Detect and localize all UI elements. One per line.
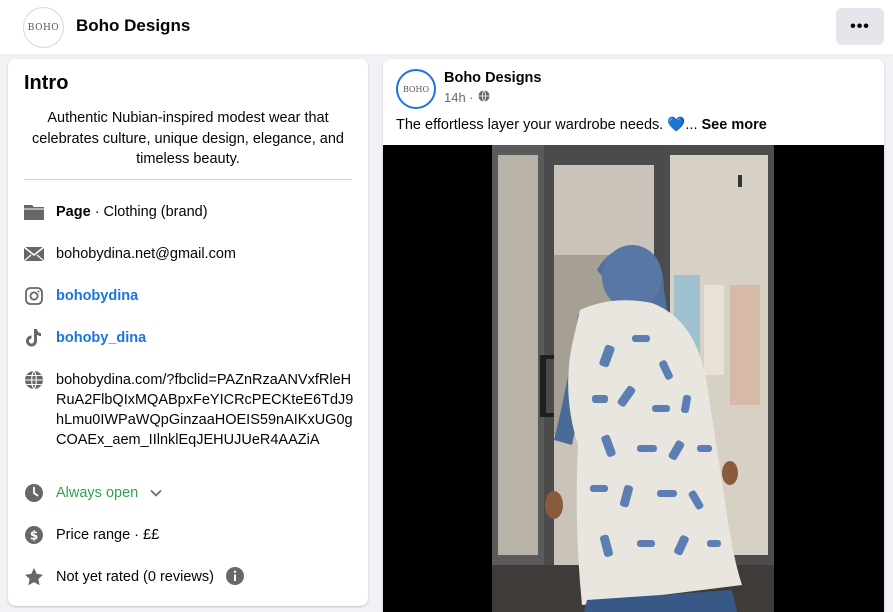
chevron-down-icon[interactable] <box>150 483 162 503</box>
envelope-icon <box>22 244 46 264</box>
more-options-button[interactable]: ••• <box>836 8 884 45</box>
post-author-name[interactable]: Boho Designs <box>444 70 541 86</box>
instagram-link[interactable]: bohobydina <box>56 286 358 306</box>
globe-icon <box>478 90 490 105</box>
dollar-icon: $ <box>22 525 46 545</box>
category-value: · Clothing (brand) <box>90 204 208 220</box>
tiktok-row: bohoby_dina <box>22 328 358 348</box>
info-icon[interactable] <box>225 567 244 591</box>
post-caption: The effortless layer your wardrobe needs… <box>396 116 767 133</box>
category-row: Page · Clothing (brand) <box>22 202 358 222</box>
post-author-avatar[interactable]: BOHO <box>396 69 436 109</box>
instagram-icon <box>22 286 46 306</box>
fashion-photo-illustration <box>492 145 774 612</box>
post-photo[interactable] <box>492 145 774 612</box>
post-card: BOHO Boho Designs 14h · The effortless l… <box>383 59 884 612</box>
price-range: Price range · ££ <box>56 527 160 543</box>
intro-title: Intro <box>24 72 69 94</box>
page-avatar[interactable]: BOHO <box>23 7 64 48</box>
page-header: BOHO Boho Designs ••• <box>0 0 893 54</box>
tiktok-icon <box>22 328 46 348</box>
email-value[interactable]: bohobydina.net@gmail.com <box>56 244 358 264</box>
see-more-link[interactable]: See more <box>702 117 767 133</box>
avatar-logo-text: BOHO <box>402 84 430 94</box>
website-link[interactable]: bohobydina.com/?fbclid=PAZnRzaANVxfRleHR… <box>56 370 358 450</box>
category-flag-icon <box>22 202 46 222</box>
post-timestamp[interactable]: 14h · <box>444 90 474 105</box>
svg-text:$: $ <box>30 529 38 543</box>
divider <box>24 179 352 180</box>
hours-status[interactable]: Always open <box>56 485 138 501</box>
hours-row: Always open <box>22 483 358 503</box>
rating-text: Not yet rated (0 reviews) <box>56 569 214 585</box>
category-prefix: Page <box>56 204 91 220</box>
intro-bio: Authentic Nubian-inspired modest wear th… <box>32 110 344 167</box>
intro-card: Intro Authentic Nubian-inspired modest w… <box>8 59 368 606</box>
avatar-logo-text: BOHO <box>27 22 60 33</box>
post-media[interactable] <box>383 145 884 612</box>
price-row: $ Price range · ££ <box>22 525 358 545</box>
page-title[interactable]: Boho Designs <box>76 16 190 36</box>
website-row: bohobydina.com/?fbclid=PAZnRzaANVxfRleHR… <box>22 370 358 450</box>
post-meta: 14h · <box>444 90 490 105</box>
clock-icon <box>22 483 46 503</box>
tiktok-link[interactable]: bohoby_dina <box>56 328 358 348</box>
post-text: The effortless layer your wardrobe needs… <box>396 117 698 133</box>
instagram-row: bohobydina <box>22 286 358 306</box>
rating-row: Not yet rated (0 reviews) <box>22 567 358 591</box>
email-row: bohobydina.net@gmail.com <box>22 244 358 264</box>
globe-icon <box>22 370 46 390</box>
star-icon <box>22 567 46 587</box>
